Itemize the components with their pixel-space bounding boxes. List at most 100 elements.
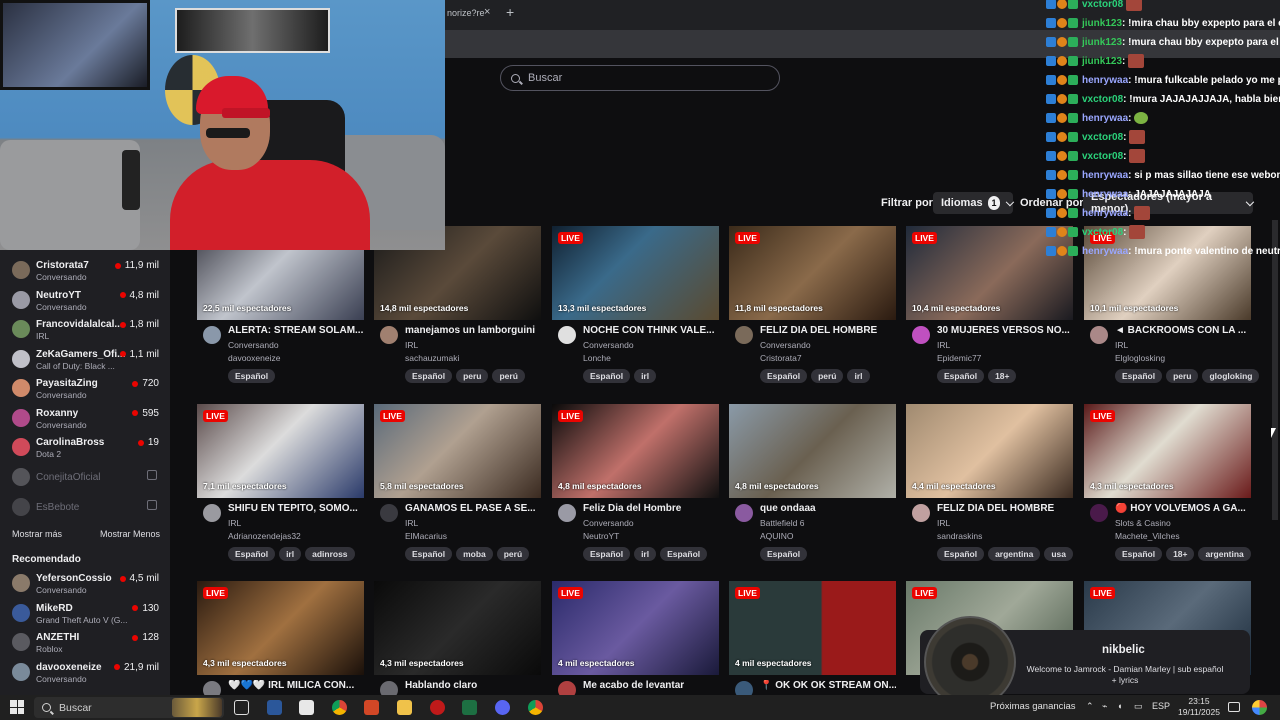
sidebar-channel[interactable]: Cristorata7 Conversando 11,9 mil xyxy=(10,257,165,283)
tag-chip[interactable]: irl xyxy=(279,547,302,561)
excel-icon[interactable] xyxy=(462,700,477,715)
channel-name[interactable]: Adrianozendejas32 xyxy=(228,531,301,541)
chat-username[interactable]: jiunk123 xyxy=(1082,37,1122,48)
sidebar-channel[interactable]: ZeKaGamers_Ofi... Call of Duty: Black ...… xyxy=(10,346,165,372)
network-icon[interactable]: ⌁ xyxy=(1102,701,1107,712)
channel-name[interactable]: Cristorata7 xyxy=(760,353,802,363)
stream-category[interactable]: Battlefield 6 xyxy=(760,518,804,528)
stream-thumbnail[interactable]: LIVE 4,8 mil espectadores xyxy=(552,404,719,498)
tag-chip[interactable]: usa xyxy=(1044,547,1073,561)
chat-username[interactable]: jiunk123 xyxy=(1082,18,1122,29)
channel-name[interactable]: davooxeneize xyxy=(228,353,280,363)
stream-title[interactable]: 🔴 HOY VOLVEMOS A GA... xyxy=(1115,503,1251,514)
file-explorer-icon[interactable] xyxy=(397,700,412,715)
volume-icon[interactable]: ◖ xyxy=(1117,701,1122,711)
tag-chip[interactable]: perú xyxy=(811,369,844,383)
stream-category[interactable]: Conversando xyxy=(228,340,279,350)
stream-category[interactable]: IRL xyxy=(405,340,418,350)
sidebar-channel[interactable]: MikeRD Grand Theft Auto V (G... 130 xyxy=(10,600,165,626)
streamer-avatar[interactable] xyxy=(735,504,753,522)
page-scrollbar[interactable] xyxy=(1272,220,1278,520)
tab-close-icon[interactable]: × xyxy=(484,6,490,18)
stream-thumbnail[interactable]: LIVE 4,3 mil espectadores xyxy=(1084,404,1251,498)
search-input[interactable]: Buscar xyxy=(500,65,780,91)
channel-name[interactable]: sandraskins xyxy=(937,531,982,541)
taskbar-widget-text[interactable]: Próximas ganancias xyxy=(990,701,1076,712)
tag-chip[interactable]: Español xyxy=(760,547,808,561)
stream-category[interactable]: Slots & Casino xyxy=(1115,518,1171,528)
tag-chip[interactable]: Español xyxy=(937,369,985,383)
stream-title[interactable]: ◄ BACKROOMS CON LA ... xyxy=(1115,325,1251,336)
channel-name[interactable]: Lonche xyxy=(583,353,611,363)
sidebar-channel-offline[interactable]: EsBebote xyxy=(10,494,165,520)
stream-category[interactable]: IRL xyxy=(937,518,950,528)
taskbar-clock[interactable]: 23:15 19/11/2025 xyxy=(1176,696,1222,718)
tag-chip[interactable]: Español xyxy=(583,547,631,561)
stream-title[interactable]: 🤍💙🤍 IRL MILICA CON... xyxy=(228,680,364,691)
tag-chip[interactable]: argentina xyxy=(988,547,1041,561)
store-icon[interactable] xyxy=(299,700,314,715)
streamer-avatar[interactable] xyxy=(1090,504,1108,522)
channel-name[interactable]: ElMacarius xyxy=(405,531,447,541)
task-view-icon[interactable] xyxy=(234,700,249,715)
tag-chip[interactable]: Español xyxy=(937,547,985,561)
streamer-avatar[interactable] xyxy=(203,326,221,344)
discord-icon[interactable] xyxy=(495,700,510,715)
stream-category[interactable]: IRL xyxy=(228,518,241,528)
tag-chip[interactable]: moba xyxy=(456,547,493,561)
sidebar-channel[interactable]: ANZETHI Roblox 128 xyxy=(10,629,165,655)
stream-title[interactable]: manejamos un lamborguini xyxy=(405,325,541,336)
stream-title[interactable]: Feliz Dia del Hombre xyxy=(583,503,719,514)
tag-chip[interactable]: irl xyxy=(634,547,657,561)
sidebar-channel[interactable]: davooxeneize Conversando 21,9 mil xyxy=(10,659,165,685)
sidebar-channel[interactable]: Francovidalalcal... IRL 1,8 mil xyxy=(10,316,165,342)
sidebar-channel[interactable]: PayasitaZing Conversando 720 xyxy=(10,375,165,401)
streamer-avatar[interactable] xyxy=(380,504,398,522)
tag-chip[interactable]: Español xyxy=(583,369,631,383)
stream-category[interactable]: IRL xyxy=(1115,340,1128,350)
stream-thumbnail[interactable]: LIVE 7,1 mil espectadores xyxy=(197,404,364,498)
chrome-icon[interactable] xyxy=(332,700,347,715)
language-indicator[interactable]: ESP xyxy=(1152,701,1170,711)
tag-chip[interactable]: Español xyxy=(660,547,708,561)
stream-title[interactable]: FELIZ DIA DEL HOMBRE xyxy=(760,325,896,336)
tag-chip[interactable]: Español xyxy=(228,547,276,561)
tag-chip[interactable]: Español xyxy=(1115,369,1163,383)
streamer-avatar[interactable] xyxy=(558,326,576,344)
tag-chip[interactable]: argentina xyxy=(1198,547,1251,561)
search-highlight-image[interactable] xyxy=(172,698,222,717)
sidebar-channel[interactable]: NeutroYT Conversando 4,8 mil xyxy=(10,287,165,313)
chrome-profile-icon[interactable] xyxy=(528,700,543,715)
chat-username[interactable]: vxctor08 xyxy=(1082,132,1123,143)
chat-username[interactable]: henrywaa xyxy=(1082,75,1128,86)
stream-thumbnail[interactable]: LIVE 5,8 mil espectadores xyxy=(374,404,541,498)
stream-title[interactable]: GANAMOS EL PASE A SE... xyxy=(405,503,541,514)
streamer-avatar[interactable] xyxy=(380,326,398,344)
stream-title[interactable]: Hablando claro xyxy=(405,680,541,691)
streamer-avatar[interactable] xyxy=(203,504,221,522)
stream-thumbnail[interactable]: LIVE 11,8 mil espectadores xyxy=(729,226,896,320)
tag-chip[interactable]: perú xyxy=(496,547,530,561)
browser-tab-label[interactable]: norize?re xyxy=(447,8,485,18)
media-app-icon[interactable] xyxy=(430,700,445,715)
stream-thumbnail[interactable]: LIVE 4,3 mil espectadores xyxy=(197,581,364,675)
tag-chip[interactable]: 18+ xyxy=(1166,547,1195,561)
sidebar-channel[interactable]: YefersonCossio Conversando 4,5 mil xyxy=(10,570,165,596)
stream-title[interactable]: 30 MUJERES VERSOS NO... xyxy=(937,325,1073,336)
tag-chip[interactable]: Español xyxy=(228,369,276,383)
stream-category[interactable]: IRL xyxy=(937,340,950,350)
tag-chip[interactable]: peru xyxy=(1166,369,1199,383)
stream-thumbnail[interactable]: LIVE 4 mil espectadores xyxy=(729,581,896,675)
streamer-avatar[interactable] xyxy=(558,504,576,522)
copilot-icon[interactable] xyxy=(1252,700,1267,715)
stream-category[interactable]: Conversando xyxy=(760,340,811,350)
word-icon[interactable] xyxy=(267,700,282,715)
tag-chip[interactable]: Español xyxy=(405,547,453,561)
tag-chip[interactable]: perú xyxy=(492,369,525,383)
stream-category[interactable]: Conversando xyxy=(583,340,634,350)
tag-chip[interactable]: Español xyxy=(1115,547,1163,561)
streamer-avatar[interactable] xyxy=(1090,326,1108,344)
tag-chip[interactable]: Español xyxy=(760,369,808,383)
channel-name[interactable]: sachauzumaki xyxy=(405,353,459,363)
streamer-avatar[interactable] xyxy=(912,504,930,522)
